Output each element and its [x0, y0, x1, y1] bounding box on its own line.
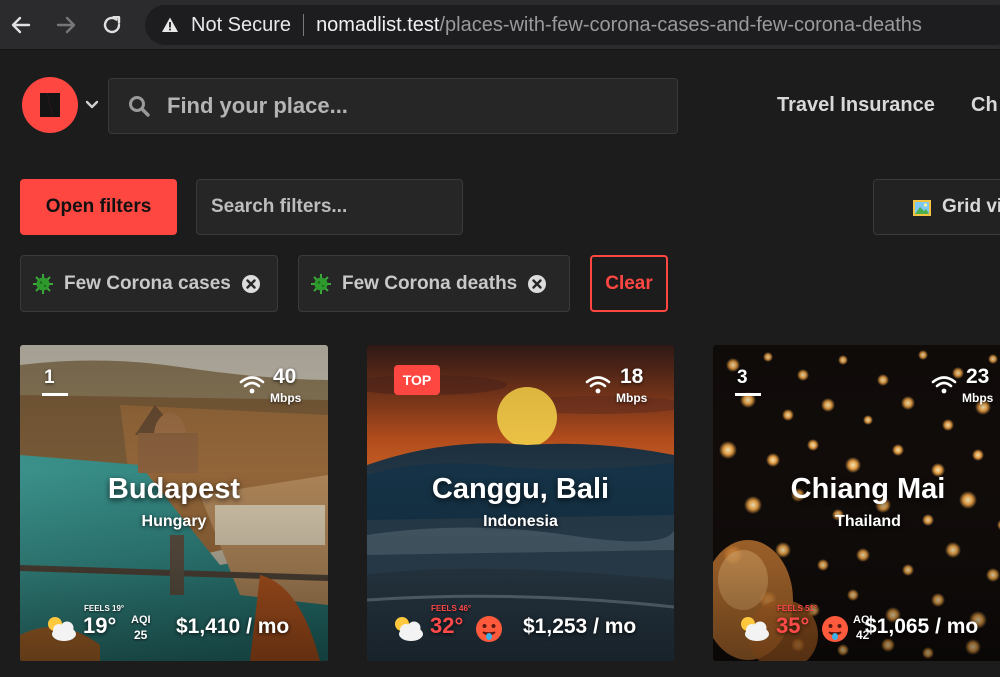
- internet-speed-unit: Mbps: [270, 391, 302, 405]
- filter-chip-label: Few Corona cases: [64, 272, 231, 294]
- temperature: 19°: [83, 613, 117, 638]
- place-search-input[interactable]: Find your place...: [108, 78, 678, 134]
- chevron-down-icon[interactable]: [84, 98, 100, 112]
- hot-face-icon: [476, 616, 502, 642]
- city-card[interactable]: TOP 18 Mbps Canggu, Bali Indonesia FEELS…: [367, 345, 674, 661]
- forward-button[interactable]: [51, 10, 81, 40]
- grid-view-label: Grid vi: [942, 196, 1000, 217]
- back-button[interactable]: [6, 10, 36, 40]
- url-text[interactable]: nomadlist.test/places-with-few-corona-ca…: [316, 14, 922, 37]
- city-name: Canggu, Bali: [431, 473, 610, 505]
- nav-link-travel-insurance[interactable]: Travel Insurance: [777, 94, 935, 117]
- partly-cloudy-icon: [48, 617, 76, 641]
- filter-chip-few-corona-cases[interactable]: Few Corona cases: [20, 255, 278, 312]
- nav-link-ch[interactable]: Ch: [971, 94, 998, 117]
- arrow-right-icon: [56, 16, 76, 34]
- temperature: 32°: [430, 613, 464, 638]
- open-filters-button[interactable]: Open filters: [20, 179, 177, 235]
- city-name: Budapest: [107, 473, 241, 505]
- feels-like-temp: FEELS 46°: [431, 604, 472, 613]
- security-label[interactable]: Not Secure: [191, 14, 291, 37]
- filter-chip-label: Few Corona deaths: [342, 272, 518, 294]
- logo-icon: [40, 93, 60, 117]
- arrow-left-icon: [11, 16, 31, 34]
- monthly-cost: $1,410 / mo: [176, 615, 290, 638]
- wifi-icon: [931, 376, 957, 394]
- search-placeholder: Find your place...: [167, 93, 348, 118]
- hot-face-icon: [822, 616, 848, 642]
- monthly-cost: $1,253 / mo: [523, 615, 637, 638]
- city-name: Chiang Mai: [790, 473, 946, 505]
- search-icon: [129, 96, 150, 117]
- reload-button[interactable]: [97, 10, 127, 40]
- aqi-value: 25: [134, 628, 148, 642]
- wifi-icon: [239, 376, 265, 394]
- url-path: /places-with-few-corona-cases-and-few-co…: [439, 13, 922, 36]
- address-divider: [303, 14, 305, 36]
- temperature: 35°: [776, 613, 810, 638]
- rank-underline: [735, 393, 761, 396]
- browser-toolbar: Not Secure nomadlist.test/places-with-fe…: [0, 0, 1000, 50]
- internet-speed: 23: [966, 365, 990, 388]
- search-filters-input[interactable]: Search filters...: [196, 179, 463, 235]
- country-name: Thailand: [835, 513, 901, 530]
- filter-chip-few-corona-deaths[interactable]: Few Corona deaths: [298, 255, 570, 312]
- feels-like-temp: FEELS 51°: [777, 604, 818, 613]
- city-card[interactable]: 1 40 Mbps Budapest Hungary FEELS 19° 19°…: [20, 345, 328, 661]
- virus-icon: [311, 273, 331, 294]
- internet-speed-unit: Mbps: [962, 391, 994, 405]
- remove-filter-icon[interactable]: [241, 274, 261, 294]
- country-name: Indonesia: [483, 513, 558, 530]
- top-badge: TOP: [394, 365, 440, 395]
- grid-view-button[interactable]: Grid vi: [873, 179, 1000, 235]
- partly-cloudy-icon: [395, 617, 423, 641]
- internet-speed: 18: [620, 365, 644, 388]
- feels-like-temp: FEELS 19°: [84, 604, 125, 613]
- aqi-label: AQI: [131, 614, 151, 626]
- reload-icon: [103, 16, 121, 34]
- virus-icon: [33, 273, 53, 294]
- address-bar[interactable]: Not Secure nomadlist.test/places-with-fe…: [145, 5, 1000, 45]
- url-host: nomadlist.test: [316, 13, 440, 36]
- rank-underline: [42, 393, 68, 396]
- partly-cloudy-icon: [741, 617, 769, 641]
- site-logo[interactable]: [22, 77, 78, 133]
- city-rank: 3: [737, 367, 748, 388]
- internet-speed-unit: Mbps: [616, 391, 648, 405]
- internet-speed: 40: [273, 365, 297, 388]
- monthly-cost: $1,065 / mo: [865, 615, 979, 638]
- remove-filter-icon[interactable]: [527, 274, 547, 294]
- city-rank: 1: [44, 367, 55, 388]
- country-name: Hungary: [141, 513, 207, 530]
- warning-icon: [162, 17, 178, 32]
- wifi-icon: [585, 376, 611, 394]
- city-card[interactable]: 3 23 Mbps Chiang Mai Thailand FEELS 51° …: [713, 345, 1000, 661]
- clear-filters-button[interactable]: Clear: [590, 255, 668, 312]
- picture-icon: [913, 200, 931, 216]
